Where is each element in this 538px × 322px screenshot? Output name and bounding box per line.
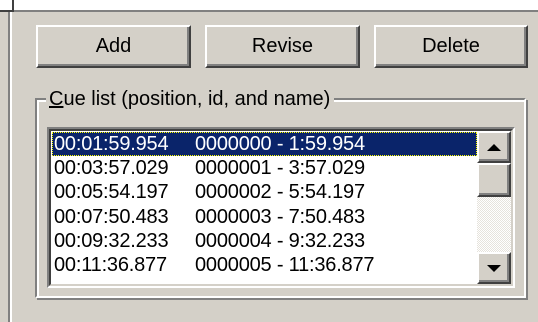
revise-button[interactable]: Revise: [205, 25, 360, 68]
cue-id-name: 0000005 - 11:36.877: [195, 253, 375, 276]
list-item[interactable]: 00:09:32.233 0000004 - 9:32.233: [52, 229, 477, 253]
vertical-scrollbar[interactable]: [477, 131, 511, 284]
list-item[interactable]: 00:03:57.029 0000001 - 3:57.029: [52, 156, 477, 180]
scroll-down-button[interactable]: [477, 252, 511, 284]
window-corner: [0, 0, 14, 12]
scroll-thumb[interactable]: [477, 163, 511, 197]
cue-id-name: 0000003 - 7:50.483: [195, 205, 365, 228]
cue-position: 00:05:54.197: [54, 181, 169, 204]
cue-position: 00:03:57.029: [54, 157, 169, 180]
cue-id-name: 0000002 - 5:54.197: [195, 181, 365, 204]
cue-rows: 00:01:59.954 0000000 - 1:59.954 00:03:57.0…: [52, 132, 477, 277]
top-separator: [0, 0, 538, 12]
triangle-down-icon: [487, 264, 501, 272]
list-item[interactable]: 00:05:54.197 0000002 - 5:54.197: [52, 180, 477, 204]
cue-id-name: 0000000 - 1:59.954: [195, 133, 365, 155]
cue-position: 00:11:36.877: [54, 253, 167, 276]
cue-list-label-mnemonic: C: [49, 88, 64, 110]
cue-id-name: 0000004 - 9:32.233: [195, 229, 365, 252]
cue-position: 00:07:50.483: [54, 205, 169, 228]
cue-position: 00:01:59.954: [54, 133, 169, 155]
list-item[interactable]: 00:01:59.954 0000000 - 1:59.954: [52, 132, 477, 157]
cue-listbox[interactable]: 00:01:59.954 0000000 - 1:59.954 00:03:57.0…: [47, 127, 515, 288]
left-separator: [8, 12, 12, 322]
list-item[interactable]: 00:11:36.877 0000005 - 11:36.877: [52, 253, 477, 277]
cue-id-name: 0000001 - 3:57.029: [195, 157, 365, 180]
cue-list-label-text: ue list (position, id, and name): [63, 88, 331, 110]
list-item[interactable]: 00:07:50.483 0000003 - 7:50.483: [52, 205, 477, 229]
delete-button[interactable]: Delete: [374, 25, 528, 68]
scroll-up-button[interactable]: [477, 131, 511, 163]
cue-position: 00:09:32.233: [54, 229, 169, 252]
cue-listbox-frame: 00:01:59.954 0000000 - 1:59.954 00:03:57.0…: [49, 129, 513, 286]
cue-list-label: Cue list (position, id, and name): [46, 87, 335, 111]
add-button[interactable]: Add: [36, 25, 191, 68]
triangle-up-icon: [487, 143, 501, 151]
